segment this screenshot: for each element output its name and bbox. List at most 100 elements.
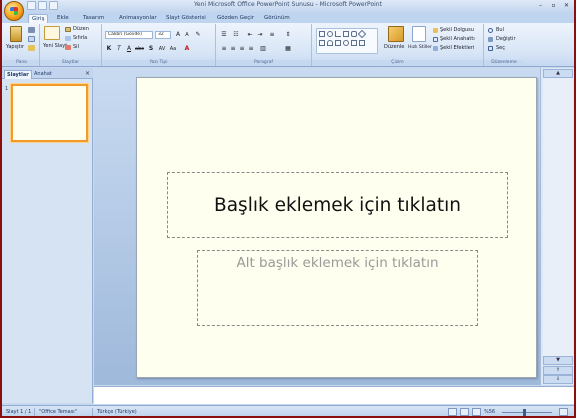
- title-placeholder[interactable]: Başlık eklemek için tıklatın: [167, 172, 508, 238]
- rounded-rectangle-shape-icon[interactable]: [351, 31, 357, 37]
- copy-icon[interactable]: [28, 36, 35, 42]
- bold-icon[interactable]: K: [105, 45, 113, 53]
- tab-animations[interactable]: Animasyonlar: [116, 14, 160, 23]
- shape-outline-icon[interactable]: [433, 37, 438, 42]
- language-indicator[interactable]: Türkçe (Türkiye): [97, 409, 137, 415]
- arrange-label[interactable]: Düzenle: [384, 44, 404, 51]
- rectangle-shape-icon[interactable]: [319, 31, 325, 37]
- font-color-icon[interactable]: A: [183, 45, 191, 53]
- triangle-shape-icon[interactable]: [335, 40, 341, 46]
- align-center-icon[interactable]: ≡: [229, 45, 237, 53]
- fit-to-window-icon[interactable]: [559, 408, 568, 416]
- star-shape-icon[interactable]: [359, 40, 365, 46]
- shadow-icon[interactable]: S: [147, 45, 155, 53]
- slide-thumbnail[interactable]: [11, 84, 88, 142]
- subtitle-placeholder[interactable]: Alt başlık eklemek için tıklatın: [197, 250, 478, 326]
- cut-icon[interactable]: [28, 27, 35, 33]
- decrease-indent-icon[interactable]: ⇤: [246, 31, 254, 39]
- tab-insert[interactable]: Ekle: [54, 14, 72, 23]
- zoom-slider[interactable]: [502, 412, 552, 413]
- callout-shape-icon[interactable]: [351, 40, 357, 46]
- shape-fill-label[interactable]: Şekil Dolgusu: [440, 27, 474, 34]
- zoom-level[interactable]: %56: [484, 409, 495, 415]
- delete-label[interactable]: Sil: [73, 44, 79, 51]
- numbering-icon[interactable]: ☷: [232, 31, 240, 39]
- normal-view-icon[interactable]: [448, 408, 457, 416]
- undo-icon[interactable]: [38, 1, 47, 10]
- clear-format-icon[interactable]: ✎: [194, 31, 202, 39]
- shape-effects-label[interactable]: Şekil Efektleri: [440, 45, 474, 52]
- line-spacing-icon[interactable]: ≡: [268, 31, 276, 39]
- scroll-up-button[interactable]: ▲: [543, 69, 573, 78]
- reset-label[interactable]: Sıfırla: [73, 35, 87, 42]
- scroll-down-button[interactable]: ▼: [543, 356, 573, 365]
- tab-outline[interactable]: Anahat: [32, 70, 54, 79]
- justify-icon[interactable]: ≡: [247, 45, 255, 53]
- save-icon[interactable]: [27, 1, 36, 10]
- circle-shape-icon[interactable]: [343, 40, 349, 46]
- oval-shape-icon[interactable]: [327, 31, 333, 37]
- textbox-shape-icon[interactable]: [319, 40, 325, 46]
- tab-review[interactable]: Gözden Geçir: [214, 14, 257, 23]
- shape-fill-icon[interactable]: [433, 28, 438, 33]
- arrow-shape-icon[interactable]: [343, 31, 349, 37]
- font-size-combo[interactable]: 32: [155, 31, 171, 39]
- pane-close-button[interactable]: ×: [85, 70, 90, 77]
- tab-slides[interactable]: Slaytlar: [4, 70, 32, 79]
- office-button[interactable]: [4, 1, 24, 21]
- scroll-track[interactable]: [543, 78, 573, 358]
- previous-slide-button[interactable]: ⇑: [543, 366, 573, 375]
- columns-icon[interactable]: ▥: [259, 45, 267, 53]
- slide-sorter-view-icon[interactable]: [460, 408, 469, 416]
- align-right-icon[interactable]: ≡: [238, 45, 246, 53]
- delete-icon[interactable]: [65, 45, 71, 50]
- text-direction-icon[interactable]: ⇕: [284, 31, 292, 39]
- shape-effects-icon[interactable]: [433, 46, 438, 51]
- replace-label[interactable]: Değiştir: [496, 36, 516, 43]
- tab-view[interactable]: Görünüm: [261, 14, 293, 23]
- shape-outline-label[interactable]: Şekil Anahattı: [440, 36, 475, 43]
- arrange-icon[interactable]: [388, 26, 404, 42]
- change-case-icon[interactable]: Aa: [169, 45, 177, 53]
- slide-canvas[interactable]: Başlık eklemek için tıklatın Alt başlık …: [136, 77, 537, 378]
- convert-to-smartart-icon[interactable]: ▦: [284, 45, 292, 53]
- next-slide-button[interactable]: ⇓: [543, 375, 573, 384]
- notes-pane[interactable]: [94, 386, 574, 404]
- quick-styles-icon[interactable]: [412, 26, 426, 42]
- shrink-font-icon[interactable]: A: [183, 31, 191, 39]
- close-button[interactable]: ✕: [561, 1, 572, 10]
- paste-icon[interactable]: [10, 26, 22, 42]
- underline-icon[interactable]: A: [125, 45, 133, 53]
- tab-home[interactable]: Giriş: [28, 14, 49, 23]
- paste-label[interactable]: Yapıştır: [6, 44, 24, 51]
- slide-show-view-icon[interactable]: [472, 408, 481, 416]
- bullets-icon[interactable]: ☰: [220, 31, 228, 39]
- reset-icon[interactable]: [65, 36, 71, 41]
- align-left-icon[interactable]: ≡: [220, 45, 228, 53]
- italic-icon[interactable]: T: [115, 45, 123, 53]
- character-spacing-icon[interactable]: AV: [158, 45, 166, 53]
- shapes-gallery[interactable]: [316, 28, 378, 54]
- minimize-button[interactable]: –: [535, 1, 546, 10]
- grow-font-icon[interactable]: A: [174, 31, 182, 39]
- vertical-scrollbar[interactable]: ▲ ▼ ⇑ ⇓: [540, 68, 574, 385]
- diamond-shape-icon[interactable]: [357, 29, 367, 39]
- arc-shape-icon[interactable]: [327, 40, 333, 46]
- select-label[interactable]: Seç: [496, 45, 505, 52]
- font-name-combo[interactable]: Calibri (Gövde): [105, 31, 153, 39]
- replace-icon[interactable]: [488, 37, 493, 42]
- zoom-slider-thumb[interactable]: [523, 409, 526, 416]
- tab-slide-show[interactable]: Slayt Gösterisi: [163, 14, 209, 23]
- tab-design[interactable]: Tasarım: [80, 14, 107, 23]
- new-slide-label[interactable]: Yeni Slayt: [43, 43, 67, 50]
- redo-icon[interactable]: [49, 1, 58, 10]
- find-icon[interactable]: [488, 28, 493, 33]
- layout-label[interactable]: Düzen: [73, 26, 89, 33]
- new-slide-icon[interactable]: [44, 26, 60, 40]
- increase-indent-icon[interactable]: ⇥: [256, 31, 264, 39]
- layout-icon[interactable]: [65, 27, 71, 32]
- strikethrough-icon[interactable]: abc: [135, 45, 144, 53]
- select-icon[interactable]: [488, 46, 493, 51]
- maximize-button[interactable]: ▫: [548, 1, 559, 10]
- quick-styles-label[interactable]: Hızlı Stiller: [408, 44, 432, 51]
